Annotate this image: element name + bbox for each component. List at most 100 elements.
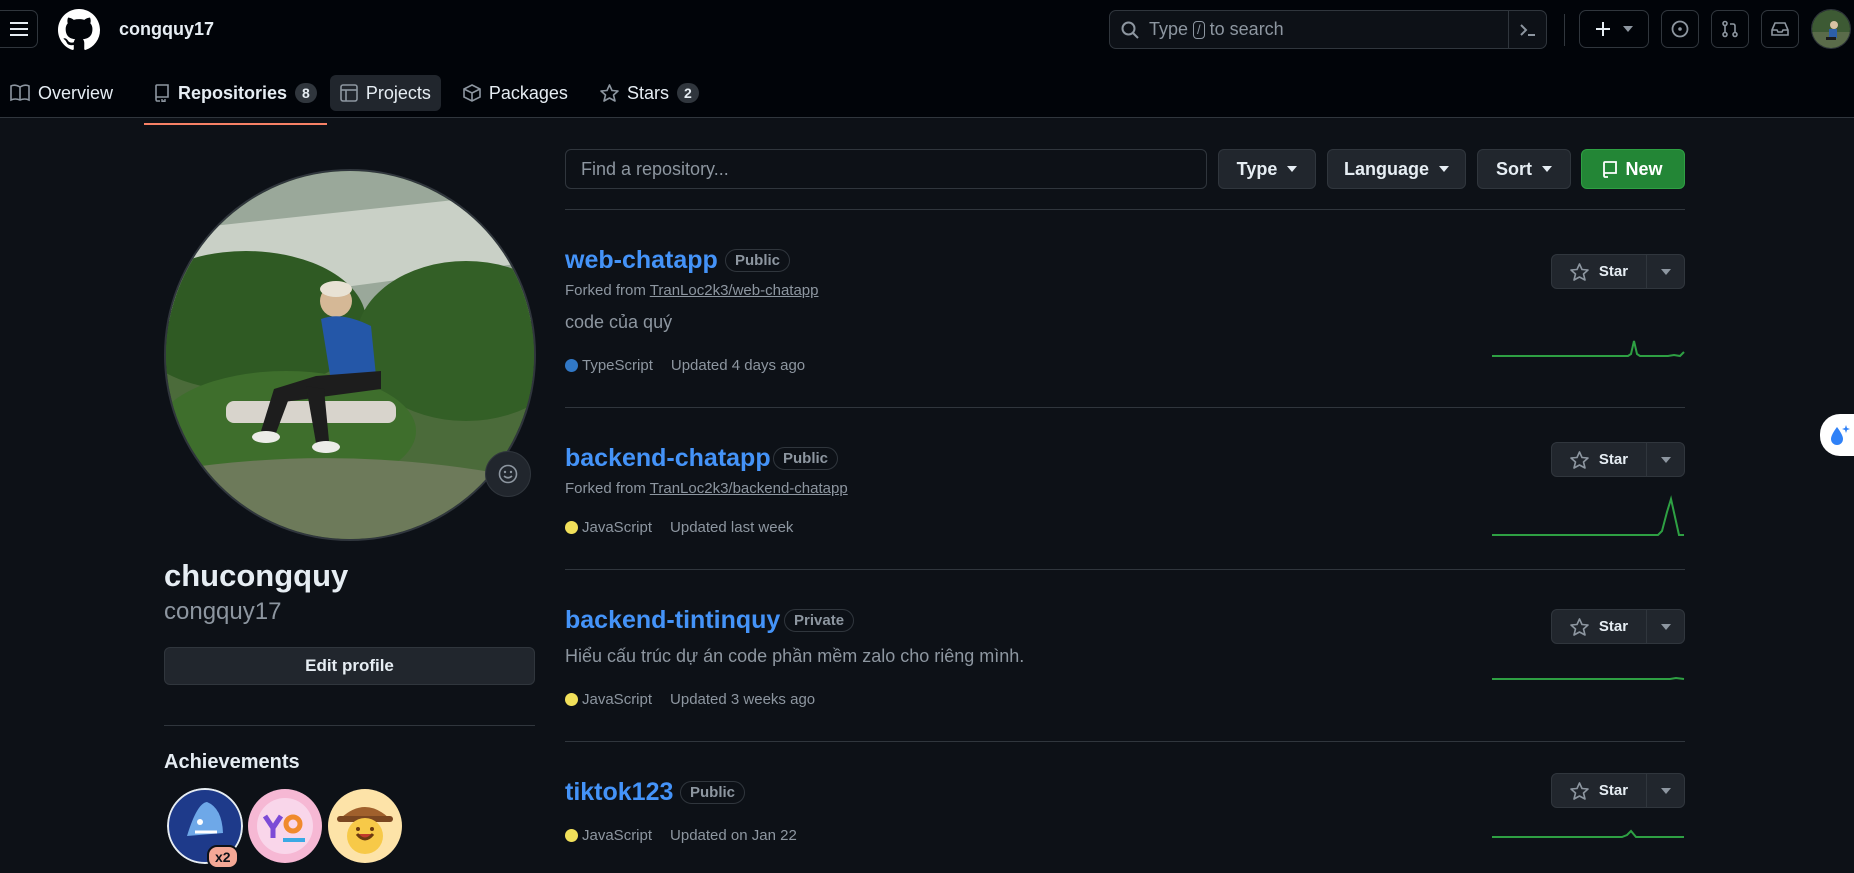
command-palette-icon[interactable] — [1508, 11, 1546, 48]
tab-stars-label: Stars — [626, 82, 669, 103]
fork-source-link[interactable]: TranLoc2k3/backend-chatapp — [650, 480, 848, 497]
language-filter-button[interactable]: Language — [1327, 149, 1466, 189]
hamburger-icon — [9, 22, 28, 36]
water-drop-icon — [1826, 422, 1852, 448]
issues-button[interactable] — [1661, 10, 1699, 48]
star-button-group: Star — [1551, 442, 1685, 477]
profile-login: congquy17 — [164, 598, 282, 625]
star-list-dropdown[interactable] — [1647, 774, 1684, 807]
tab-packages[interactable]: Packages — [453, 75, 578, 111]
new-repository-button[interactable]: New — [1581, 149, 1685, 189]
find-repository-input[interactable]: Find a repository... — [565, 149, 1207, 189]
github-logo[interactable] — [58, 9, 100, 51]
repo-icon — [154, 84, 170, 102]
activity-sparkline — [1492, 676, 1685, 680]
visibility-badge: Private — [784, 609, 855, 632]
triangle-down-icon — [1660, 268, 1671, 275]
repo-updated: Updated 4 days ago — [670, 357, 806, 374]
fork-source-link[interactable]: TranLoc2k3/web-chatapp — [650, 282, 819, 299]
repo-name-link[interactable]: web-chatapp — [565, 246, 718, 275]
repo-meta: JavaScript Updated on Jan 22 — [565, 827, 797, 844]
user-avatar[interactable] — [1811, 9, 1851, 49]
tab-projects[interactable]: Projects — [329, 75, 441, 111]
sort-filter-button[interactable]: Sort — [1477, 149, 1571, 189]
star-list-dropdown[interactable] — [1647, 443, 1684, 476]
repo-item: tiktok123 Public JavaScript Updated on J… — [565, 741, 1685, 873]
inbox-button[interactable] — [1761, 10, 1799, 48]
language-color-dot — [565, 829, 578, 842]
header-divider — [1564, 14, 1565, 46]
menu-button[interactable] — [0, 10, 38, 48]
achievement-multiplier: x2 — [207, 845, 239, 869]
star-button[interactable]: Star — [1552, 774, 1647, 807]
repo-name-link[interactable]: backend-tintinquy — [565, 606, 780, 635]
repo-name-link[interactable]: tiktok123 — [565, 778, 673, 807]
issue-opened-icon — [1671, 20, 1689, 38]
triangle-down-icon — [1542, 166, 1552, 172]
achievement-badge-yolo[interactable] — [247, 788, 323, 864]
profile-avatar[interactable] — [164, 169, 536, 541]
repo-item: backend-tintinquy Private Hiểu cấu trúc … — [565, 569, 1685, 741]
repo-name-link[interactable]: backend-chatapp — [565, 444, 771, 473]
profile-tabs: Overview Repositories 8 Projects Package… — [0, 68, 721, 125]
repo-language: JavaScript — [582, 827, 653, 844]
profile-divider — [164, 725, 535, 726]
git-pull-request-icon — [1721, 20, 1739, 38]
tab-packages-label: Packages — [488, 82, 568, 103]
star-list-dropdown[interactable] — [1647, 255, 1684, 288]
star-icon — [1570, 450, 1589, 469]
language-color-dot — [565, 521, 578, 534]
star-label: Star — [1598, 451, 1629, 468]
repositories-count: 8 — [295, 83, 317, 103]
repo-meta: JavaScript Updated 3 weeks ago — [565, 691, 815, 708]
book-icon — [10, 84, 30, 102]
tab-repositories[interactable]: Repositories 8 — [144, 75, 327, 125]
achievements-title[interactable]: Achievements — [164, 751, 300, 774]
repo-language: TypeScript — [582, 357, 653, 374]
pull-requests-button[interactable] — [1711, 10, 1749, 48]
star-icon — [1570, 262, 1589, 281]
star-button[interactable]: Star — [1552, 443, 1647, 476]
star-button-group: Star — [1551, 609, 1685, 644]
tab-stars[interactable]: Stars 2 — [590, 75, 709, 111]
language-color-dot — [565, 359, 578, 372]
language-color-dot — [565, 693, 578, 706]
visibility-badge: Public — [680, 781, 746, 804]
star-icon — [600, 84, 619, 102]
triangle-down-icon — [1623, 26, 1633, 32]
tab-overview[interactable]: Overview — [0, 75, 123, 111]
star-list-dropdown[interactable] — [1647, 610, 1684, 643]
activity-sparkline — [1492, 829, 1684, 838]
repo-description: code của quý — [565, 312, 673, 332]
fork-prefix: Forked from — [565, 282, 646, 299]
repo-updated: Updated 3 weeks ago — [670, 691, 816, 708]
create-new-button[interactable] — [1579, 10, 1649, 48]
repo-item: backend-chatapp Public Forked from TranL… — [565, 407, 1685, 569]
activity-sparkline — [1492, 340, 1685, 358]
global-search[interactable]: Type / to search — [1109, 10, 1547, 49]
floating-extension-widget[interactable] — [1820, 414, 1854, 456]
language-filter-label: Language — [1343, 158, 1429, 179]
edit-profile-button[interactable]: Edit profile — [164, 647, 535, 685]
type-filter-button[interactable]: Type — [1218, 149, 1316, 189]
package-icon — [463, 84, 481, 102]
star-label: Star — [1598, 263, 1629, 280]
triangle-down-icon — [1660, 787, 1671, 794]
triangle-down-icon — [1660, 623, 1671, 630]
activity-sparkline — [1492, 495, 1684, 536]
repo-updated: Updated on Jan 22 — [670, 827, 797, 844]
triangle-down-icon — [1287, 166, 1298, 172]
tab-projects-label: Projects — [365, 82, 431, 103]
set-status-button[interactable] — [485, 451, 531, 497]
top-header: congquy17 Type / to search Overview Repo… — [0, 0, 1854, 125]
header-username[interactable]: congquy17 — [119, 19, 214, 40]
achievement-badge-quickdraw[interactable] — [327, 788, 403, 864]
inbox-icon — [1771, 21, 1789, 37]
new-repository-label: New — [1625, 158, 1663, 179]
repo-item: web-chatapp Public Forked from TranLoc2k… — [565, 209, 1685, 407]
star-button[interactable]: Star — [1552, 610, 1647, 643]
star-button[interactable]: Star — [1552, 255, 1647, 288]
visibility-badge: Public — [773, 447, 839, 470]
fork-info: Forked from TranLoc2k3/backend-chatapp — [565, 480, 848, 497]
search-hint-prefix: Type — [1149, 19, 1189, 39]
